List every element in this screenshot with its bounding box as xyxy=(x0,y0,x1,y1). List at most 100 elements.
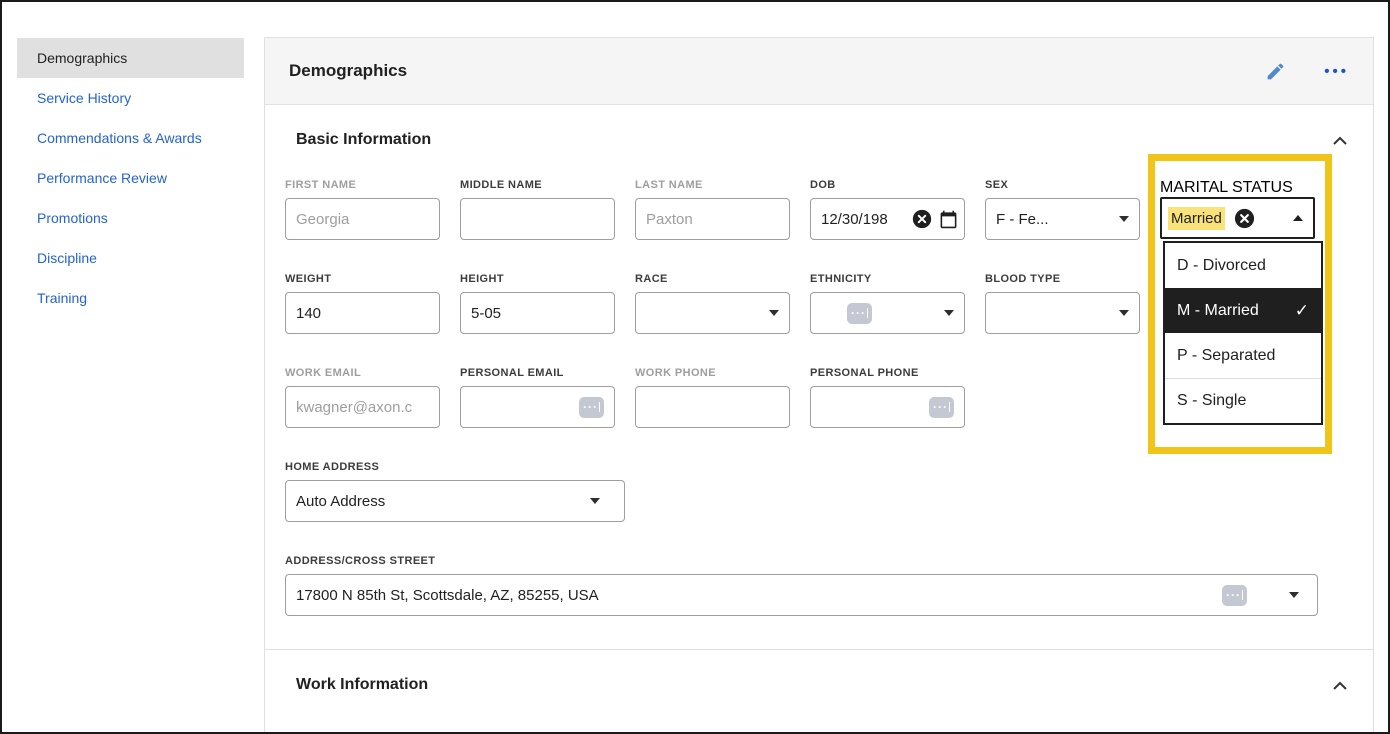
dob-input[interactable]: 12/30/198 xyxy=(810,198,965,240)
dropdown-option-divorced[interactable]: D - Divorced xyxy=(1165,243,1321,288)
marital-status-value: Married xyxy=(1168,207,1225,230)
autofill-icon[interactable]: ··· xyxy=(847,303,872,324)
field-personal-phone: PERSONAL PHONE ··· xyxy=(810,367,965,428)
form-row-4: HOME ADDRESS Auto Address xyxy=(285,461,1353,522)
autofill-icon[interactable]: ··· xyxy=(579,397,604,418)
field-address-cross-street: ADDRESS/CROSS STREET 17800 N 85th St, Sc… xyxy=(285,555,1318,616)
marital-status-label: MARITAL STATUS xyxy=(1160,179,1293,196)
height-input[interactable] xyxy=(460,292,615,334)
section-title-work: Work Information xyxy=(296,676,428,694)
chevron-down-icon xyxy=(769,310,779,316)
weight-label: WEIGHT xyxy=(285,273,440,285)
race-label: RACE xyxy=(635,273,790,285)
field-weight: WEIGHT xyxy=(285,273,440,334)
autofill-icon[interactable]: ··· xyxy=(1222,585,1247,606)
dob-label: DOB xyxy=(810,179,965,191)
chevron-down-icon xyxy=(590,498,600,504)
field-marital-status: MARITAL STATUS Married D - Divorced xyxy=(1160,179,1315,240)
blood-type-select[interactable] xyxy=(985,292,1140,334)
sidebar-item-performance-review[interactable]: Performance Review xyxy=(17,158,244,198)
option-label: D - Divorced xyxy=(1177,257,1266,275)
sex-label: SEX xyxy=(985,179,1140,191)
chevron-down-icon xyxy=(1119,216,1129,222)
personal-phone-input[interactable]: ··· xyxy=(810,386,965,428)
autofill-icon[interactable]: ··· xyxy=(929,397,954,418)
weight-input[interactable] xyxy=(285,292,440,334)
basic-information-section: Basic Information FIRST NAME MIDDLE NAME… xyxy=(265,105,1373,616)
marital-status-combobox[interactable]: Married xyxy=(1160,197,1315,239)
work-information-section: Work Information xyxy=(265,650,1373,694)
sidebar-item-commendations-awards[interactable]: Commendations & Awards xyxy=(17,118,244,158)
home-address-value: Auto Address xyxy=(296,493,590,510)
app-window: Demographics Service History Commendatio… xyxy=(0,0,1390,734)
check-icon: ✓ xyxy=(1295,301,1309,321)
first-name-label: FIRST NAME xyxy=(285,179,440,191)
dropdown-option-married[interactable]: M - Married ✓ xyxy=(1165,288,1321,333)
home-address-label: HOME ADDRESS xyxy=(285,461,625,473)
clear-x-icon[interactable] xyxy=(1233,207,1256,230)
header-actions: ••• xyxy=(1265,61,1349,82)
address-cross-street-value: 17800 N 85th St, Scottsdale, AZ, 85255, … xyxy=(296,587,1222,604)
page-title: Demographics xyxy=(289,61,407,81)
field-last-name: LAST NAME xyxy=(635,179,790,240)
ethnicity-label: ETHNICITY xyxy=(810,273,965,285)
collapse-work-chevron-up-icon[interactable] xyxy=(1333,681,1347,690)
sidebar-item-demographics[interactable]: Demographics xyxy=(17,38,244,78)
field-work-email: WORK EMAIL xyxy=(285,367,440,428)
option-label: P - Separated xyxy=(1177,347,1275,365)
work-phone-label: WORK PHONE xyxy=(635,367,790,379)
last-name-input xyxy=(635,198,790,240)
sidebar-item-training[interactable]: Training xyxy=(17,278,244,318)
ethnicity-select[interactable]: ··· xyxy=(810,292,965,334)
dropdown-option-single[interactable]: S - Single xyxy=(1165,378,1321,423)
basic-information-header: Basic Information xyxy=(296,131,1347,149)
field-middle-name: MIDDLE NAME xyxy=(460,179,615,240)
sidebar: Demographics Service History Commendatio… xyxy=(17,38,244,318)
chevron-down-icon xyxy=(1119,310,1129,316)
panel-header: Demographics ••• xyxy=(265,38,1373,105)
work-information-header: Work Information xyxy=(296,676,1347,694)
middle-name-label: MIDDLE NAME xyxy=(460,179,615,191)
option-label: M - Married xyxy=(1177,302,1259,320)
chevron-down-icon xyxy=(1289,592,1299,598)
collapse-basic-chevron-up-icon[interactable] xyxy=(1333,136,1347,145)
field-ethnicity: ETHNICITY ··· xyxy=(810,273,965,334)
field-work-phone: WORK PHONE xyxy=(635,367,790,428)
sex-select[interactable]: F - Fe... xyxy=(985,198,1140,240)
option-label: S - Single xyxy=(1177,392,1246,410)
field-sex: SEX F - Fe... xyxy=(985,179,1140,240)
sidebar-item-service-history[interactable]: Service History xyxy=(17,78,244,118)
first-name-input xyxy=(285,198,440,240)
sidebar-item-promotions[interactable]: Promotions xyxy=(17,198,244,238)
edit-pencil-icon[interactable] xyxy=(1265,61,1286,82)
field-personal-email: PERSONAL EMAIL ··· xyxy=(460,367,615,428)
marital-status-dropdown: D - Divorced M - Married ✓ P - Separated… xyxy=(1163,241,1323,425)
sex-value: F - Fe... xyxy=(996,211,1119,228)
field-first-name: FIRST NAME xyxy=(285,179,440,240)
address-cross-street-input[interactable]: 17800 N 85th St, Scottsdale, AZ, 85255, … xyxy=(285,574,1318,616)
work-email-label: WORK EMAIL xyxy=(285,367,440,379)
home-address-select[interactable]: Auto Address xyxy=(285,480,625,522)
form-row-5: ADDRESS/CROSS STREET 17800 N 85th St, Sc… xyxy=(285,555,1353,616)
sidebar-item-discipline[interactable]: Discipline xyxy=(17,238,244,278)
dropdown-option-separated[interactable]: P - Separated xyxy=(1165,333,1321,378)
chevron-down-icon xyxy=(944,310,954,316)
work-phone-input xyxy=(635,386,790,428)
race-select[interactable] xyxy=(635,292,790,334)
clear-x-icon[interactable] xyxy=(911,208,933,230)
address-cross-street-label: ADDRESS/CROSS STREET xyxy=(285,555,1318,567)
field-height: HEIGHT xyxy=(460,273,615,334)
form-row-1: FIRST NAME MIDDLE NAME LAST NAME DOB 12/… xyxy=(285,179,1353,240)
field-home-address: HOME ADDRESS Auto Address xyxy=(285,461,625,522)
dob-value: 12/30/198 xyxy=(821,211,911,228)
middle-name-input[interactable] xyxy=(460,198,615,240)
field-blood-type: BLOOD TYPE xyxy=(985,273,1140,334)
chevron-up-icon xyxy=(1293,215,1303,221)
calendar-icon[interactable] xyxy=(939,210,958,229)
personal-email-input[interactable]: ··· xyxy=(460,386,615,428)
section-title-basic: Basic Information xyxy=(296,131,431,149)
more-options-icon[interactable]: ••• xyxy=(1324,64,1349,79)
blood-type-label: BLOOD TYPE xyxy=(985,273,1140,285)
demographics-panel: Demographics ••• Basic Information FIRST… xyxy=(264,37,1374,734)
field-race: RACE xyxy=(635,273,790,334)
